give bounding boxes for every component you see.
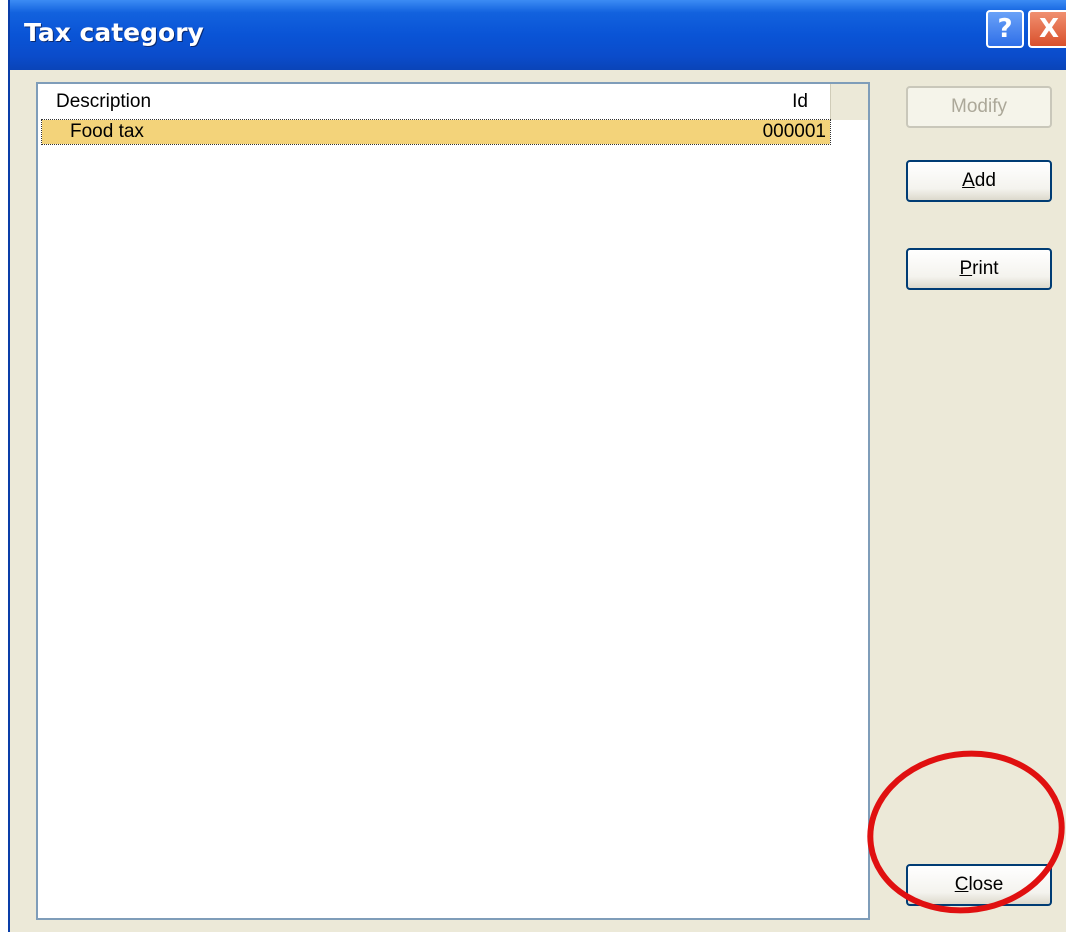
title-bar[interactable]: Tax category ? X	[10, 0, 1066, 70]
print-accel: P	[959, 258, 973, 279]
list-header: Description Id	[38, 84, 830, 120]
help-icon: ?	[997, 14, 1013, 44]
title-close-button[interactable]: X	[1028, 10, 1066, 48]
modify-label: Modify	[951, 96, 1007, 117]
print-button[interactable]: Print	[906, 248, 1052, 290]
row-description: Food tax	[70, 121, 144, 142]
close-label: lose	[968, 874, 1004, 895]
dialog-body: Description Id Food tax 000001 Modify Ad…	[10, 70, 1066, 932]
dialog-title: Tax category	[24, 18, 204, 47]
column-header-id[interactable]: Id	[738, 91, 830, 113]
add-button[interactable]: Add	[906, 160, 1052, 202]
close-button[interactable]: Close	[906, 864, 1052, 906]
list-item[interactable]: Food tax 000001	[41, 119, 831, 145]
modify-button[interactable]: Modify	[906, 86, 1052, 128]
help-button[interactable]: ?	[986, 10, 1024, 48]
add-accel: A	[962, 170, 975, 191]
add-label: dd	[974, 170, 996, 191]
row-id: 000001	[762, 121, 826, 142]
close-accel: C	[954, 874, 969, 895]
tax-category-list[interactable]: Description Id Food tax 000001	[36, 82, 870, 920]
tax-category-dialog: Tax category ? X Description Id Food tax…	[8, 0, 1066, 932]
print-label: rint	[972, 258, 999, 279]
list-header-filler	[830, 84, 868, 120]
column-header-description[interactable]: Description	[38, 91, 738, 113]
close-icon: X	[1038, 14, 1060, 44]
